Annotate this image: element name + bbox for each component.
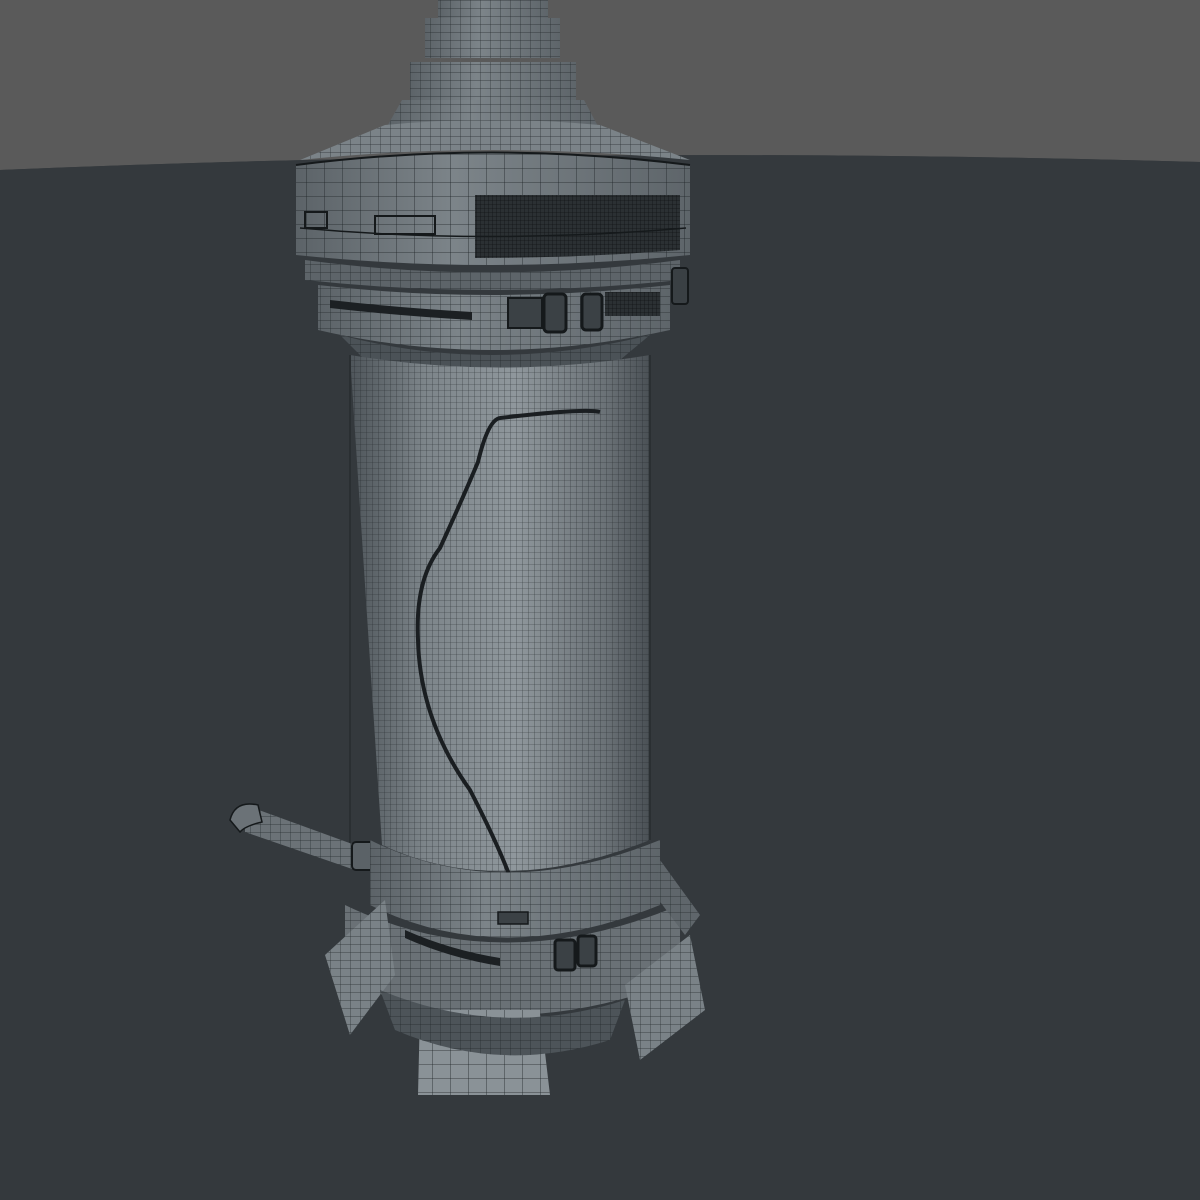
wireframe-render: [0, 0, 1200, 1200]
collar-button-1: [542, 292, 568, 334]
3d-viewport[interactable]: [0, 0, 1200, 1200]
base-panel: [497, 911, 529, 925]
head-ring: [295, 151, 691, 305]
base-button-2: [576, 934, 598, 968]
base-button-1: [553, 938, 577, 972]
main-cylinder: [349, 355, 651, 896]
collar-button-2: [580, 292, 604, 332]
collar-box: [507, 297, 543, 329]
side-clip: [671, 267, 689, 305]
